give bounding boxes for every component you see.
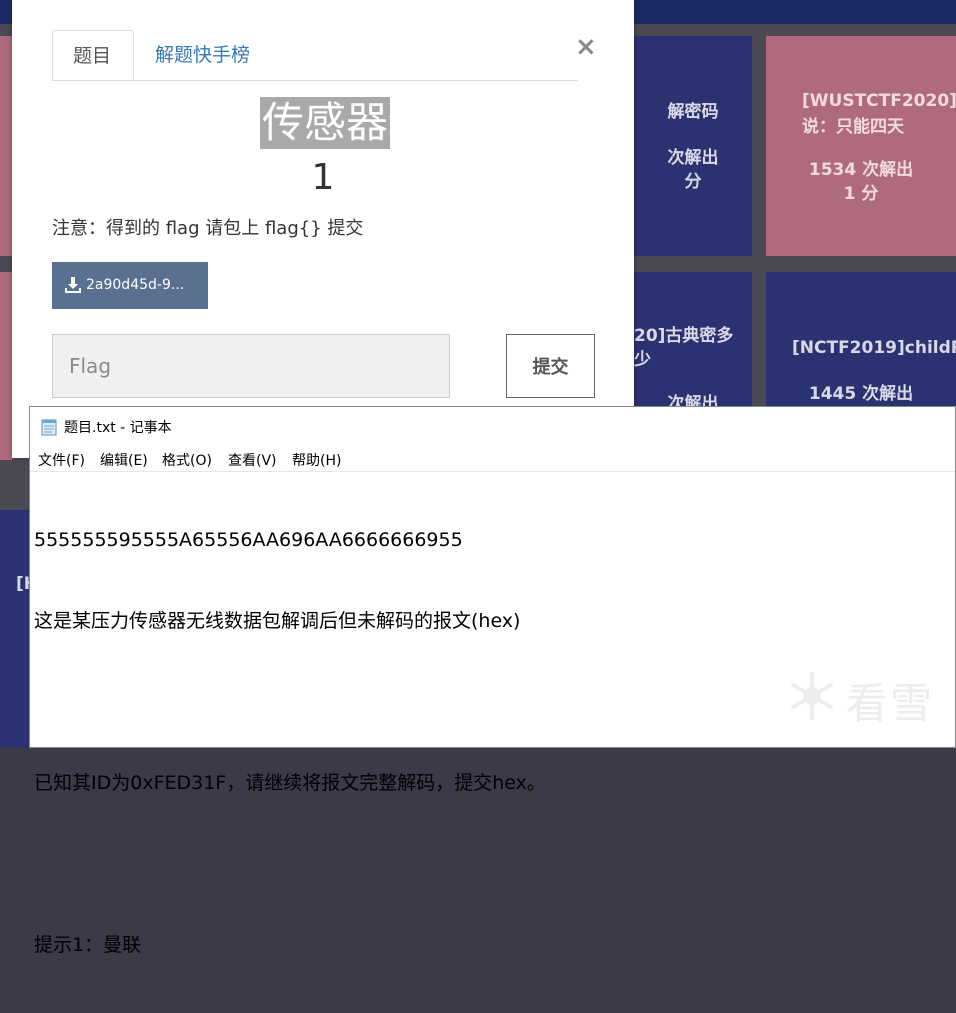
text-line: 这是某压力传感器无线数据包解调后但未解码的报文(hex) [34,610,521,632]
notepad-menubar: 文件(F) 编辑(E) 格式(O) 查看(V) 帮助(H) [30,447,955,472]
tile-score: 分 [684,172,702,192]
tab-leaderboard[interactable]: 解题快手榜 [135,30,270,80]
tile-solves: 1445 次解出 [808,384,914,404]
challenge-tile[interactable] [0,36,12,256]
challenge-tile[interactable]: 解密码 次解出 分 [634,36,752,256]
menu-format[interactable]: 格式(O) [162,450,212,470]
flag-input[interactable] [52,334,450,398]
tile-title: 解密码 [667,102,719,122]
menu-help[interactable]: 帮助(H) [292,450,341,470]
tile-score: 1 分 [843,184,879,204]
download-label: 2a90d45d-9... [86,277,185,293]
menu-file[interactable]: 文件(F) [38,450,85,470]
tile-title: [H [16,574,30,594]
download-button[interactable]: 2a90d45d-9... [52,262,208,309]
tile-title: [WUSTCTF2020]说：只能四天 [802,91,956,137]
snowflake-icon [791,672,833,720]
text-line: 已知其ID为0xFED31F，请继续将报文完整解码，提交hex。 [34,772,546,794]
tile-title: [NCTF2019]childR [792,338,956,358]
challenge-tile[interactable]: [NCTF2019]childR 1445 次解出 [766,272,956,408]
text-line: 555555595555A65556AA696AA6666666955 [34,529,463,551]
text-line [34,851,934,878]
notepad-title: 题目.txt - 记事本 [64,420,172,436]
notepad-icon [41,419,57,436]
challenge-modal: 题目 解题快手榜 × 传感器 1 注意：得到的 flag 请包上 flag{} … [12,0,634,458]
watermark: 看雪 [784,668,939,728]
modal-tabs: 题目 解题快手榜 [52,30,578,81]
notepad-titlebar[interactable]: 题目.txt - 记事本 [30,407,955,447]
notepad-text-area[interactable]: 555555595555A65556AA696AA6666666955 这是某压… [34,473,934,1013]
tile-solves: 次解出 [667,148,719,168]
menu-view[interactable]: 查看(V) [228,450,277,470]
challenge-value: 1 [311,157,335,198]
challenge-tile[interactable]: [H [0,510,30,748]
close-icon[interactable]: × [575,32,597,62]
tab-challenge[interactable]: 题目 [52,30,134,80]
challenge-note: 注意：得到的 flag 请包上 flag{} 提交 [52,218,364,239]
download-icon [65,277,81,293]
menu-edit[interactable]: 编辑(E) [100,450,148,470]
challenge-tile[interactable]: [WUSTCTF2020]说：只能四天 1534 次解出 1 分 [766,36,956,256]
submit-button[interactable]: 提交 [506,334,595,398]
text-line: 提示1：曼联 [34,934,142,956]
tile-solves: 1534 次解出 [808,160,914,180]
challenge-tile[interactable] [0,272,12,460]
challenge-name: 传感器 [260,97,391,149]
watermark-text: 看雪 [846,679,935,728]
tile-title: 20]古典密多少 [634,326,734,370]
challenge-tile[interactable]: 20]古典密多少 次解出 [634,272,752,408]
